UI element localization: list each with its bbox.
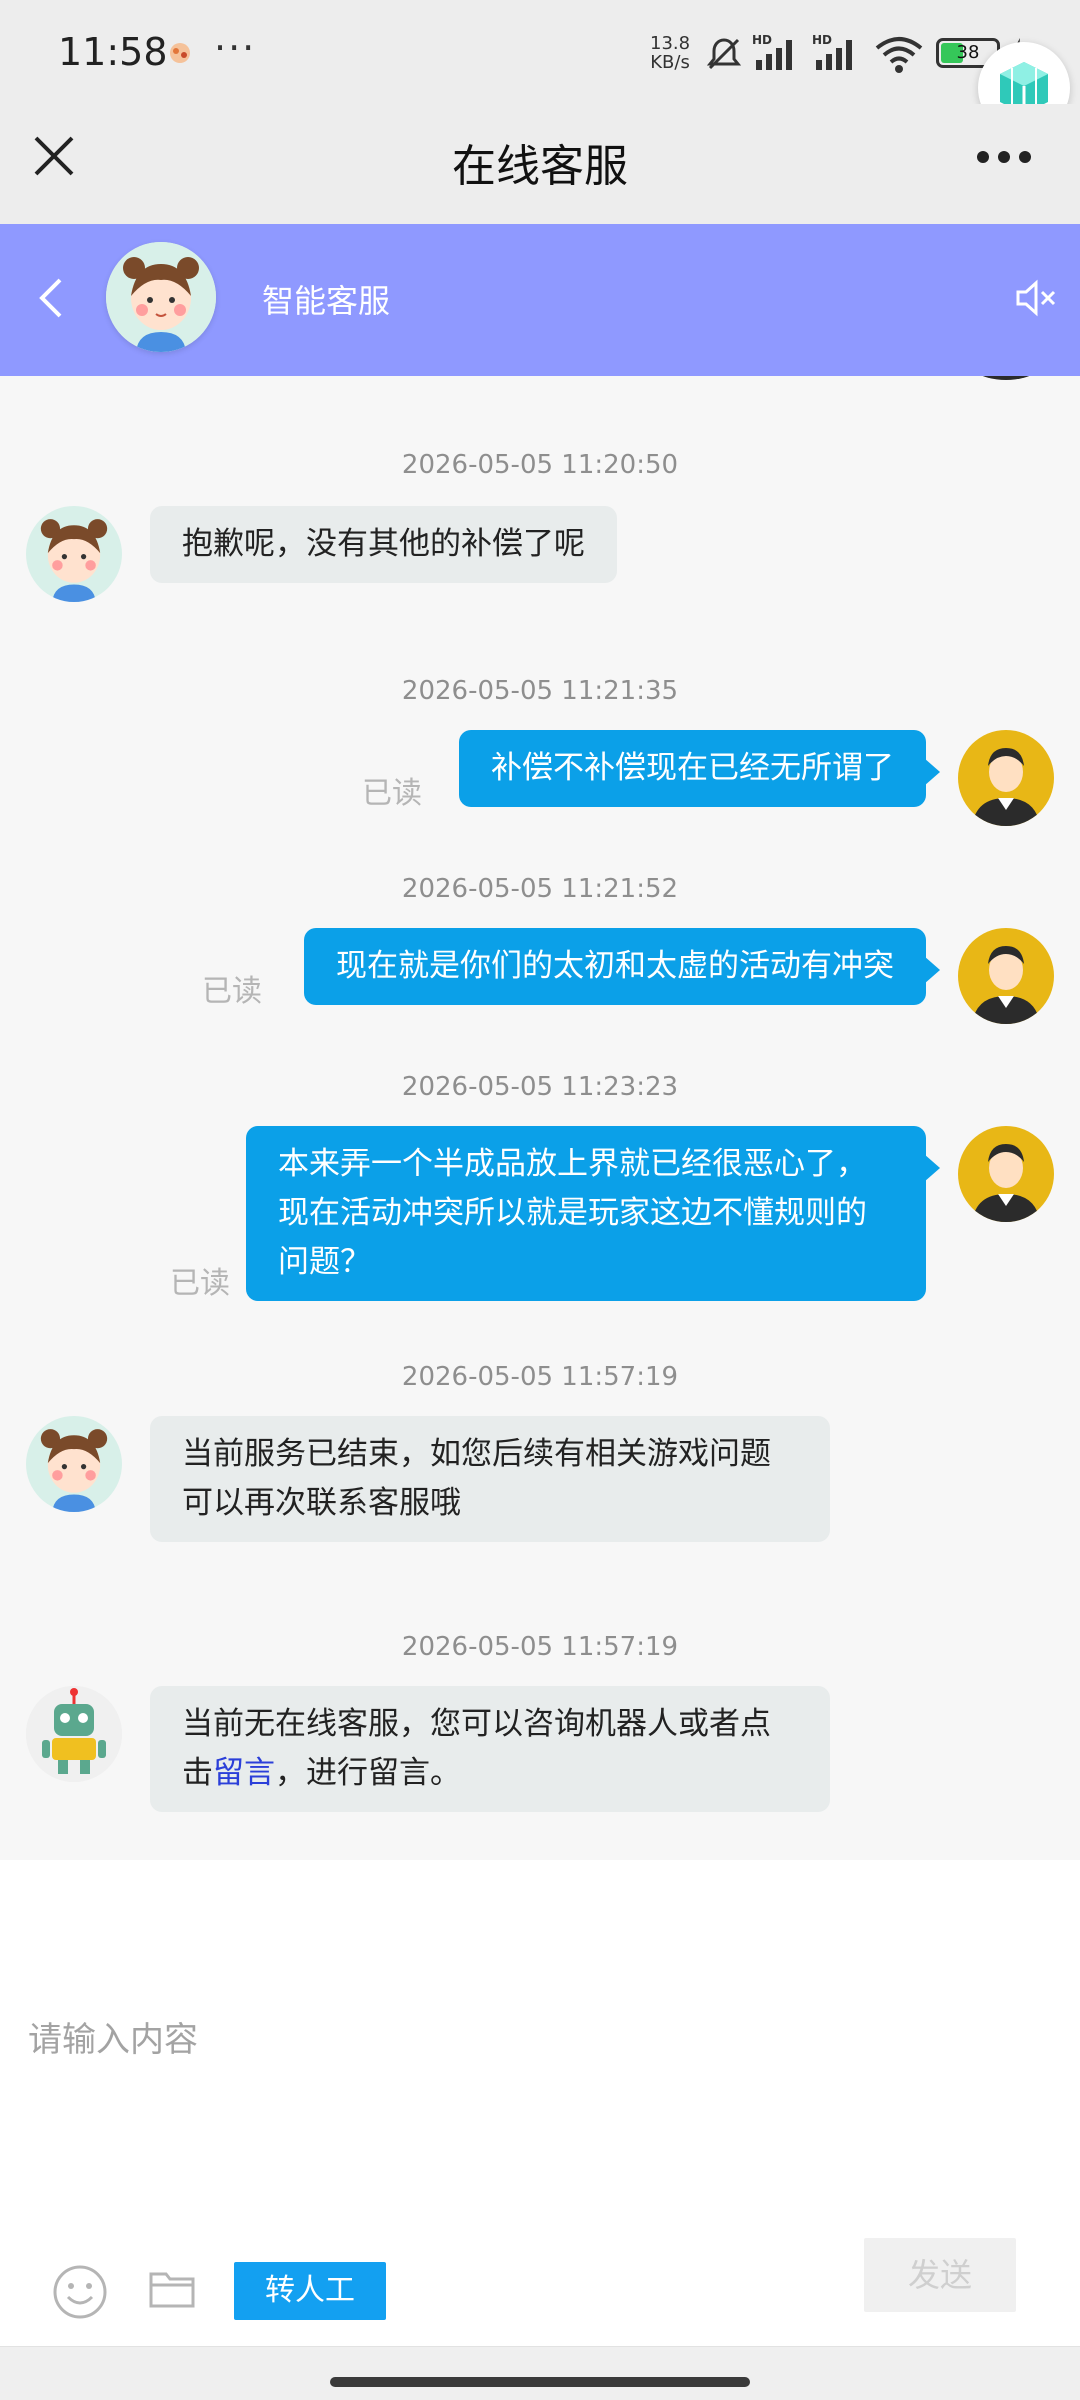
speaker-mute-icon[interactable] bbox=[1014, 278, 1058, 318]
agent-header: 智能客服 bbox=[0, 224, 1080, 376]
agent-name: 智能客服 bbox=[262, 282, 391, 320]
transfer-to-human-button[interactable]: 转人工 bbox=[234, 2262, 386, 2320]
message-timestamp: 2026-05-05 11:21:52 bbox=[401, 874, 679, 904]
message-line: 现在活动冲突所以就是玩家这边不懂规则的 bbox=[278, 1195, 867, 1231]
status-more-dots: ··· bbox=[214, 26, 257, 70]
net-speed-value: 13.8 bbox=[650, 33, 691, 54]
user-avatar bbox=[958, 730, 1054, 826]
navigation-bar bbox=[0, 2346, 1080, 2400]
message-line: 问题？ bbox=[278, 1244, 371, 1280]
wifi-icon bbox=[875, 37, 923, 73]
agent-message-bubble[interactable]: 当前无在线客服，您可以咨询机器人或者点 击留言，进行留言。 bbox=[150, 1686, 830, 1812]
chevron-left-icon[interactable] bbox=[36, 276, 64, 320]
girl-avatar-icon bbox=[26, 506, 122, 602]
read-status: 已读 bbox=[362, 776, 422, 811]
girl-avatar-icon bbox=[106, 242, 216, 352]
user-avatar-icon bbox=[958, 1126, 1054, 1222]
svg-text:HD: HD bbox=[752, 33, 772, 47]
message-timestamp: 2026-05-05 11:23:23 bbox=[401, 1072, 679, 1102]
status-time: 11:58 bbox=[58, 30, 168, 74]
chat-area[interactable]: 2026-05-05 11:20:50 抱歉呢，没有其他的补偿了呢 2026-0… bbox=[0, 376, 1080, 1860]
user-message-bubble[interactable]: 补偿不补偿现在已经无所谓了 bbox=[459, 730, 940, 807]
agent-message-bubble[interactable]: 当前服务已结束，如您后续有相关游戏问题 可以再次联系客服哦 bbox=[150, 1416, 830, 1542]
girl-avatar bbox=[26, 506, 122, 602]
message-text: 击 bbox=[182, 1755, 213, 1791]
agent-avatar bbox=[106, 242, 216, 352]
message-line: 击留言，进行留言。 bbox=[182, 1749, 798, 1798]
send-button[interactable]: 发送 bbox=[864, 2238, 1016, 2312]
net-speed-unit: KB/s bbox=[650, 52, 690, 73]
user-message-bubble[interactable]: 现在就是你们的太初和太虚的活动有冲突 bbox=[304, 928, 940, 1005]
message-line: 可以再次联系客服哦 bbox=[182, 1485, 461, 1521]
hd-signal-icon-2: HD bbox=[812, 33, 852, 70]
folder-icon[interactable] bbox=[148, 2268, 196, 2310]
message-text: ，进行留言。 bbox=[275, 1755, 461, 1791]
app-notification-icon bbox=[170, 43, 190, 63]
leave-message-link[interactable]: 留言 bbox=[213, 1755, 275, 1791]
hd-signal-icon: HD bbox=[752, 33, 792, 70]
nav-bar: 在线客服 bbox=[0, 104, 1080, 224]
girl-avatar bbox=[26, 1416, 122, 1512]
status-bar: 11:58 ··· 13.8 KB/s HD HD 38 bbox=[0, 0, 1080, 134]
message-input[interactable] bbox=[28, 2010, 1048, 2070]
user-avatar-icon bbox=[958, 730, 1054, 826]
read-status: 已读 bbox=[202, 974, 262, 1009]
message-line: 当前无在线客服，您可以咨询机器人或者点 bbox=[182, 1706, 771, 1742]
more-icon[interactable] bbox=[976, 150, 1032, 164]
user-message-bubble[interactable]: 本来弄一个半成品放上界就已经很恶心了， 现在活动冲突所以就是玩家这边不懂规则的 … bbox=[246, 1126, 940, 1301]
input-area: 转人工 发送 bbox=[0, 1860, 1080, 2340]
message-line: 当前服务已结束，如您后续有相关游戏问题 bbox=[182, 1436, 771, 1472]
user-avatar-icon bbox=[958, 928, 1054, 1024]
robot-avatar-icon bbox=[26, 1686, 122, 1782]
message-timestamp: 2026-05-05 11:57:19 bbox=[401, 1362, 679, 1392]
page-title: 在线客服 bbox=[452, 141, 628, 192]
home-indicator[interactable] bbox=[330, 2377, 750, 2387]
mute-bell-icon bbox=[706, 38, 742, 70]
message-timestamp: 2026-05-05 11:20:50 bbox=[401, 450, 679, 480]
agent-message-bubble[interactable]: 抱歉呢，没有其他的补偿了呢 bbox=[150, 506, 617, 583]
net-speed: 13.8 KB/s bbox=[650, 34, 690, 72]
message-timestamp: 2026-05-05 11:57:19 bbox=[401, 1632, 679, 1662]
svg-text:HD: HD bbox=[812, 33, 832, 47]
previous-avatar-fragment bbox=[958, 376, 1054, 380]
message-timestamp: 2026-05-05 11:21:35 bbox=[401, 676, 679, 706]
girl-avatar-icon bbox=[26, 1416, 122, 1512]
robot-avatar bbox=[26, 1686, 122, 1782]
emoji-icon[interactable] bbox=[52, 2264, 108, 2320]
user-avatar bbox=[958, 928, 1054, 1024]
user-avatar bbox=[958, 1126, 1054, 1222]
message-line: 本来弄一个半成品放上界就已经很恶心了， bbox=[278, 1146, 867, 1182]
read-status: 已读 bbox=[170, 1266, 230, 1301]
